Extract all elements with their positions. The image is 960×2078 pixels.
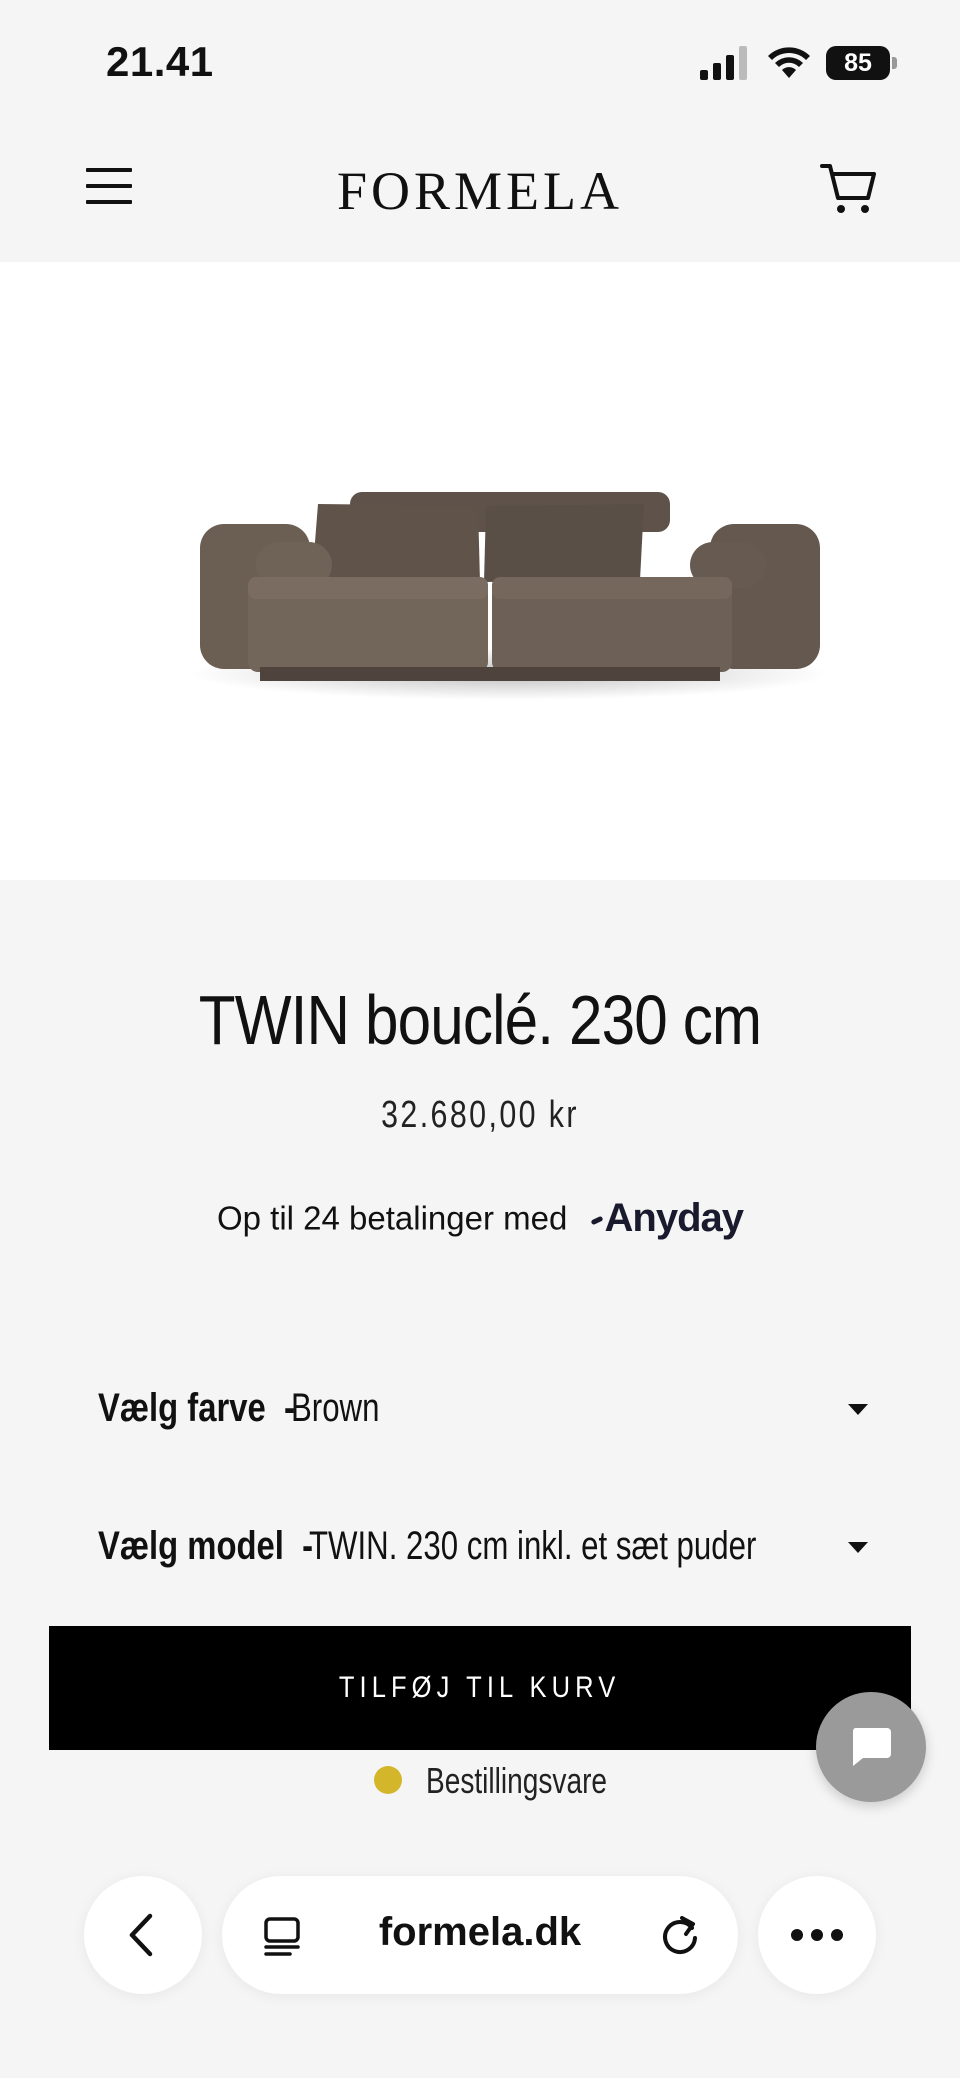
add-to-cart-button[interactable]: TILFØJ TIL KURV — [49, 1626, 911, 1750]
address-bar[interactable]: formela.dk — [222, 1876, 738, 1994]
chevron-down-icon — [848, 1542, 868, 1553]
reload-icon[interactable] — [658, 1914, 702, 1958]
signal-icon — [700, 46, 747, 80]
product-price: 32.680,00 kr — [381, 1094, 579, 1136]
product-title: TWIN bouclé. 230 cm — [198, 981, 762, 1059]
product-image[interactable] — [0, 262, 960, 880]
model-select-value: TWIN. 230 cm inkl. et sæt puder — [309, 1524, 757, 1568]
back-button[interactable] — [84, 1876, 202, 1994]
back-icon — [129, 1913, 153, 1957]
battery-level: 85 — [826, 46, 890, 80]
chevron-down-icon — [848, 1404, 868, 1415]
site-logo[interactable]: FORMELA — [0, 160, 960, 222]
color-select-label: Vælg farve - — [98, 1386, 295, 1430]
model-select-label: Vælg model - — [98, 1524, 314, 1568]
stock-status-dot — [374, 1766, 402, 1794]
product-page: 21.41 85 FORMELA TWIN bouclé. 230 cm 32.… — [0, 0, 960, 2078]
chat-button[interactable] — [816, 1692, 926, 1802]
color-select-value: Brown — [291, 1386, 380, 1430]
sofa-image — [190, 492, 830, 700]
chat-icon — [852, 1728, 891, 1766]
battery-cap — [892, 57, 897, 69]
more-icon — [791, 1929, 843, 1941]
color-select[interactable]: Vælg farve - Brown — [98, 1374, 868, 1444]
cart-icon[interactable] — [818, 158, 878, 218]
status-bar: 21.41 85 — [0, 0, 960, 120]
browser-toolbar: formela.dk — [0, 1860, 960, 2078]
site-header: FORMELA — [0, 120, 960, 262]
battery-icon: 85 — [826, 46, 897, 80]
anyday-logo: Anyday — [590, 1196, 744, 1241]
model-select[interactable]: Vælg model - TWIN. 230 cm inkl. et sæt p… — [98, 1512, 868, 1582]
stock-status-text: Bestillingsvare — [426, 1760, 608, 1801]
status-time: 21.41 — [106, 38, 214, 85]
installments-info[interactable]: Op til 24 betalinger med Anyday — [0, 1196, 960, 1241]
more-button[interactable] — [758, 1876, 876, 1994]
wifi-icon — [768, 47, 810, 78]
installments-text: Op til 24 betalinger med — [216, 1199, 568, 1237]
